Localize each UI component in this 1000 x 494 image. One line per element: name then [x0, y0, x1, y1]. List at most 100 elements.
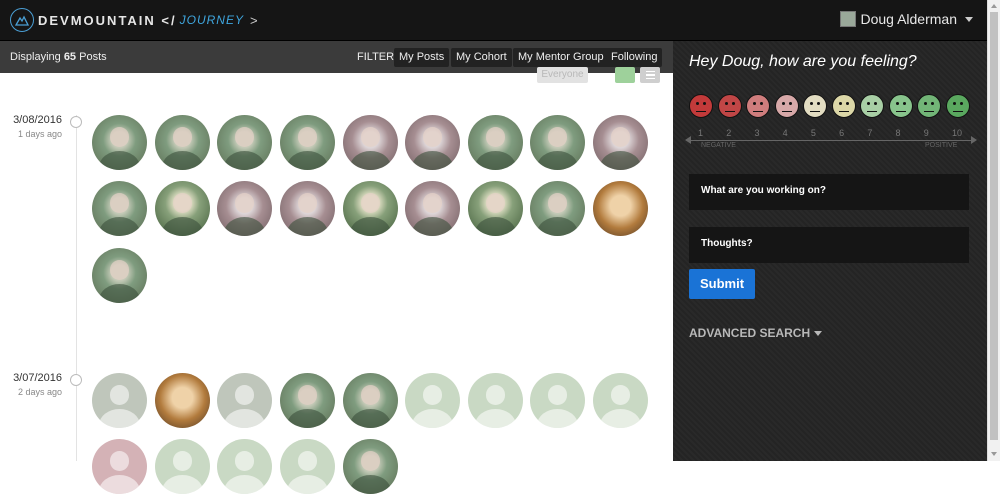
caret-down-icon [965, 16, 973, 22]
post-avatar[interactable] [405, 115, 460, 170]
logo-chevron: > [249, 12, 258, 28]
post-avatar[interactable] [468, 181, 523, 236]
date-group-2: 3/07/2016 2 days ago [0, 372, 62, 397]
post-avatar[interactable] [217, 373, 272, 428]
mood-scale-numbers: 1 2 3 4 5 6 7 8 9 10 [689, 128, 971, 138]
caret-down-icon [814, 330, 823, 336]
scale-number: 5 [810, 128, 816, 138]
mood-face-4-icon[interactable] [774, 94, 799, 118]
timeline-dot [70, 374, 82, 386]
date-group-1: 3/08/2016 1 days ago [0, 114, 62, 139]
working-on-field[interactable]: What are you working on? [689, 174, 969, 210]
post-avatar[interactable] [155, 115, 210, 170]
post-avatar[interactable] [343, 115, 398, 170]
post-avatar[interactable] [530, 181, 585, 236]
scroll-thumb[interactable] [990, 12, 998, 440]
post-avatar[interactable] [280, 439, 335, 494]
panel-title: Hey Doug, how are you feeling? [689, 53, 917, 70]
user-name: Doug Alderman [860, 11, 957, 27]
post-avatar[interactable] [343, 373, 398, 428]
post-avatar[interactable] [405, 181, 460, 236]
post-count-number: 65 [63, 51, 77, 63]
post-avatar[interactable] [280, 373, 335, 428]
negative-label: NEGATIVE [701, 142, 736, 149]
post-avatar[interactable] [280, 181, 335, 236]
scale-number: 4 [782, 128, 788, 138]
post-avatar[interactable] [217, 115, 272, 170]
post-avatar[interactable] [155, 181, 210, 236]
scale-number: 6 [839, 128, 845, 138]
filter-following-button[interactable]: Following [606, 48, 663, 67]
post-count: Displaying 65 Posts [10, 51, 107, 63]
post-avatar[interactable] [217, 181, 272, 236]
mood-face-3-icon[interactable] [746, 94, 770, 118]
post-avatar[interactable] [468, 115, 523, 170]
post-avatar[interactable] [92, 115, 147, 170]
list-view-icon[interactable] [640, 67, 660, 83]
scroll-down-icon[interactable] [991, 452, 997, 456]
post-avatar[interactable] [280, 115, 335, 170]
filter-my-cohort-button[interactable]: My Cohort [451, 48, 512, 67]
mood-face-1-icon[interactable] [689, 94, 713, 118]
arrow-right-icon [971, 136, 977, 144]
logo-journey: JOURNEY [179, 13, 244, 27]
filter-label: FILTER: [357, 51, 398, 63]
scale-number: 10 [951, 128, 962, 138]
date-label: 3/08/2016 [13, 114, 62, 126]
filter-my-posts-button[interactable]: My Posts [394, 48, 450, 67]
post-avatar[interactable] [217, 439, 272, 494]
positive-label: POSITIVE [925, 142, 958, 149]
top-nav: DEVMOUNTAIN </ JOURNEY > Doug Alderman [0, 0, 987, 41]
mood-face-2-icon[interactable] [717, 94, 742, 118]
date-label: 3/07/2016 [13, 372, 62, 384]
post-avatar[interactable] [530, 115, 585, 170]
grid-view-icon[interactable] [615, 67, 635, 83]
post-avatar[interactable] [530, 373, 585, 428]
logo[interactable]: DEVMOUNTAIN </ JOURNEY > [10, 8, 258, 32]
advanced-search-toggle[interactable]: ADVANCED SEARCH [689, 326, 823, 340]
post-avatar[interactable] [593, 181, 648, 236]
post-avatar[interactable] [468, 373, 523, 428]
mood-face-9-icon[interactable] [917, 94, 941, 118]
scale-number: 7 [867, 128, 873, 138]
post-avatar[interactable] [92, 248, 147, 303]
mood-face-5-icon[interactable] [803, 94, 827, 118]
post-avatar[interactable] [92, 373, 147, 428]
mood-faces [689, 94, 970, 118]
timeline-dot [70, 116, 82, 128]
date-ago: 2 days ago [17, 387, 62, 397]
submit-button[interactable]: Submit [689, 269, 755, 299]
scroll-up-icon[interactable] [991, 4, 997, 8]
post-avatar[interactable] [92, 181, 147, 236]
post-count-prefix: Displaying [10, 51, 64, 63]
post-avatar[interactable] [593, 373, 648, 428]
post-avatar[interactable] [155, 373, 210, 428]
thoughts-field[interactable]: Thoughts? [689, 227, 969, 263]
post-count-suffix: Posts [76, 51, 107, 63]
post-avatar[interactable] [593, 115, 648, 170]
scale-number: 8 [895, 128, 901, 138]
mood-face-6-icon[interactable] [831, 94, 856, 118]
mood-face-8-icon[interactable] [888, 94, 913, 118]
timeline-line [76, 115, 77, 461]
page-scrollbar[interactable] [987, 0, 1000, 461]
mood-face-7-icon[interactable] [860, 94, 884, 118]
mountain-logo-icon [10, 8, 34, 32]
post-avatar[interactable] [343, 181, 398, 236]
user-menu[interactable]: Doug Alderman [840, 11, 973, 27]
user-avatar [840, 11, 857, 27]
mood-face-10-icon[interactable] [945, 94, 970, 118]
post-avatar[interactable] [155, 439, 210, 494]
advanced-search-label: ADVANCED SEARCH [689, 326, 811, 340]
scale-number: 2 [726, 128, 732, 138]
scale-number: 3 [754, 128, 760, 138]
everyone-select[interactable]: Everyone [537, 67, 588, 83]
post-avatar[interactable] [343, 439, 398, 494]
mood-panel: Hey Doug, how are you feeling? 1 2 3 4 5… [673, 41, 987, 461]
filter-my-mentor-group-button[interactable]: My Mentor Group [513, 48, 609, 67]
post-avatar[interactable] [92, 439, 147, 494]
scale-number: 9 [923, 128, 929, 138]
post-avatar[interactable] [405, 373, 460, 428]
mood-scale-line [689, 140, 975, 141]
scale-number: 1 [698, 128, 704, 138]
